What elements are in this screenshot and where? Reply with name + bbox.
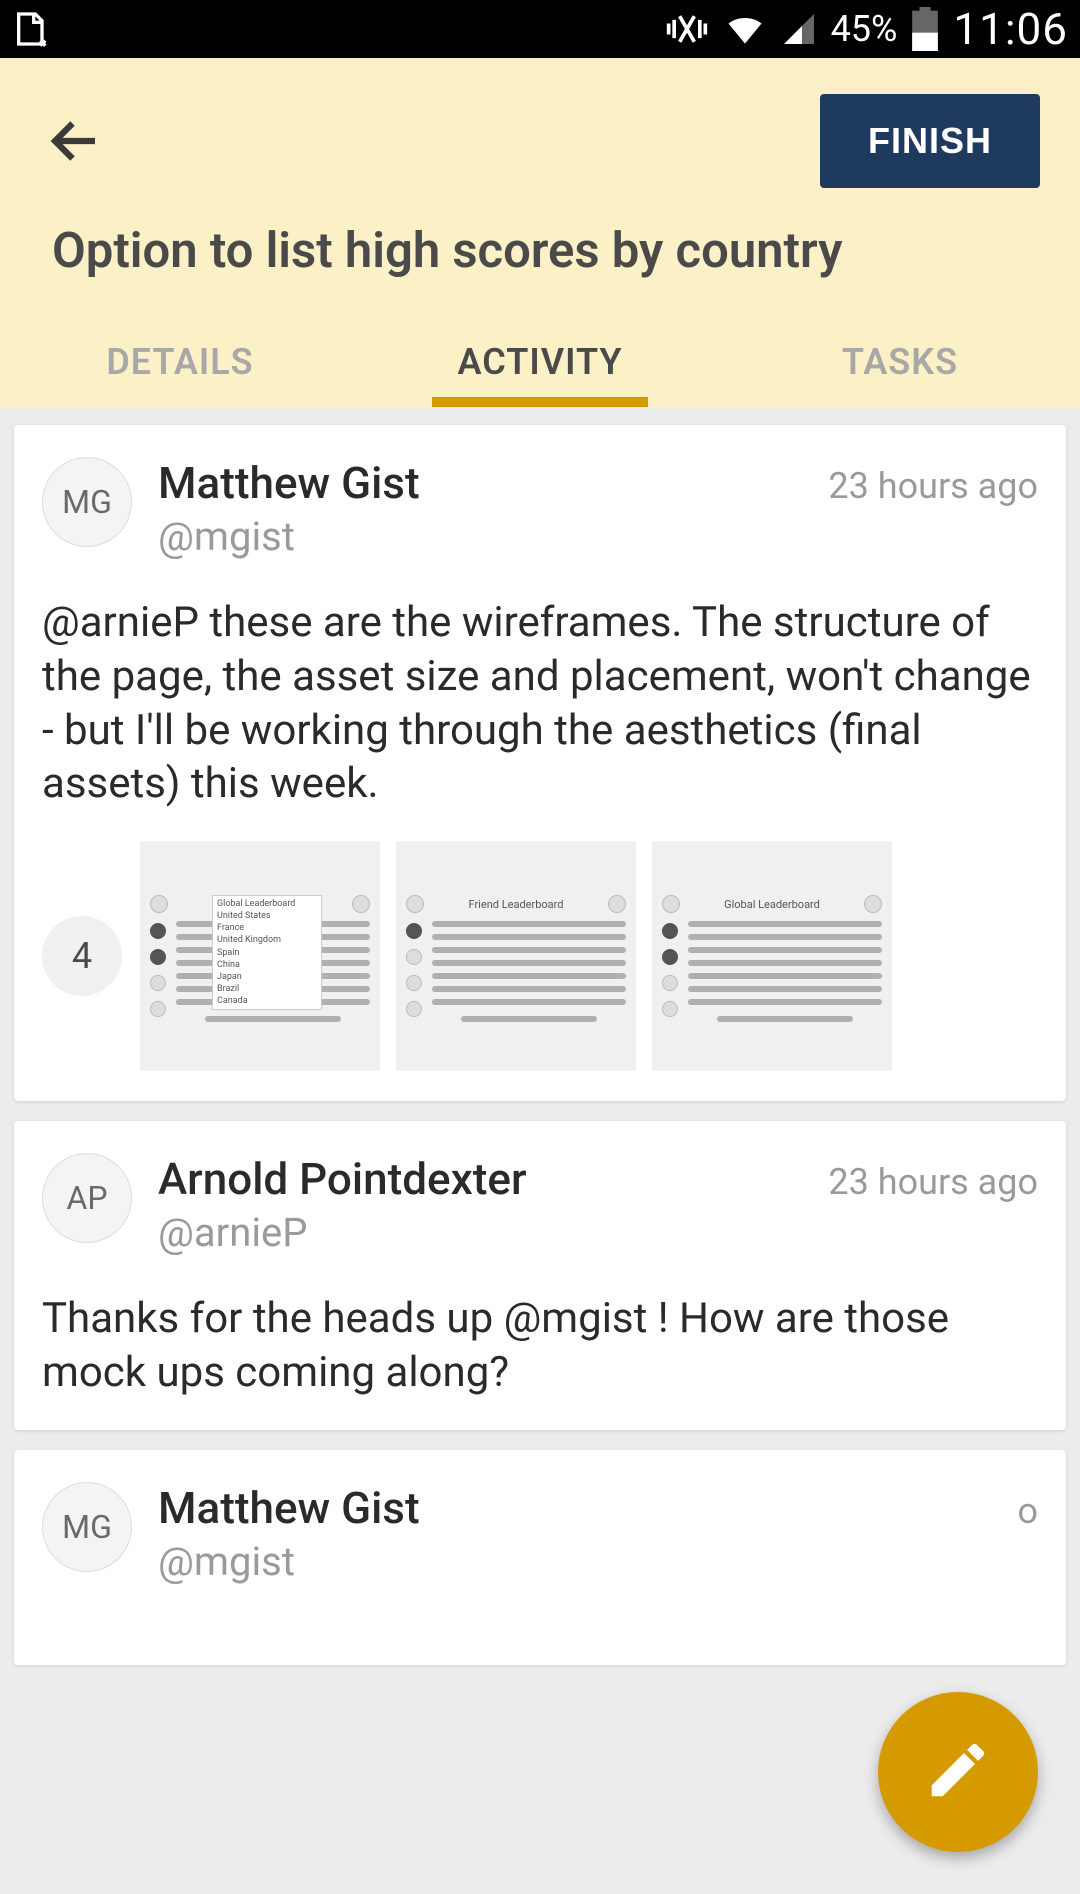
avatar[interactable]: MG	[42, 1482, 132, 1572]
battery-icon	[911, 7, 939, 51]
wifi-icon	[723, 7, 767, 51]
clock: 11:06	[953, 3, 1068, 55]
back-button[interactable]	[40, 106, 110, 176]
tab-bar: DETAILS ACTIVITY TASKS	[0, 321, 1080, 407]
tab-tasks[interactable]: TASKS	[720, 321, 1080, 407]
page-header: FINISH Option to list high scores by cou…	[0, 58, 1080, 407]
avatar[interactable]: AP	[42, 1153, 132, 1243]
android-status-bar: 45% 11:06	[0, 0, 1080, 58]
author-name[interactable]: Matthew Gist	[158, 1482, 420, 1534]
activity-feed[interactable]: MG Matthew Gist 23 hours ago @mgist @arn…	[0, 407, 1080, 1683]
vibrate-icon	[665, 7, 709, 51]
activity-card: MG Matthew Gist o @mgist	[14, 1450, 1066, 1665]
comment-body: Thanks for the heads up @mgist ! How are…	[42, 1256, 1038, 1400]
wireframe-dropdown: Global Leaderboard United States France …	[212, 895, 322, 1010]
attachment-thumbnail[interactable]: Friend Leaderboard	[396, 841, 636, 1071]
tab-activity[interactable]: ACTIVITY	[360, 321, 720, 407]
author-name[interactable]: Arnold Pointdexter	[158, 1153, 527, 1205]
attachment-thumbnail[interactable]: Global Leaderboard	[652, 841, 892, 1071]
timestamp: o	[1017, 1490, 1038, 1532]
timestamp: 23 hours ago	[828, 1161, 1038, 1203]
page-title: Option to list high scores by country	[0, 188, 1080, 321]
battery-percentage: 45%	[831, 8, 898, 50]
avatar[interactable]: MG	[42, 457, 132, 547]
activity-card: MG Matthew Gist 23 hours ago @mgist @arn…	[14, 425, 1066, 1101]
attachment-thumbnail[interactable]: Global Leaderboard Global Leaderboard Un…	[140, 841, 380, 1071]
compose-fab[interactable]	[878, 1692, 1038, 1852]
author-handle[interactable]: @mgist	[158, 1538, 1038, 1585]
attachment-count-badge[interactable]: 4	[42, 916, 122, 996]
pencil-icon	[923, 1735, 993, 1809]
cell-signal-icon	[781, 11, 817, 47]
finish-button[interactable]: FINISH	[820, 94, 1040, 188]
timestamp: 23 hours ago	[828, 465, 1038, 507]
author-name[interactable]: Matthew Gist	[158, 457, 420, 509]
activity-card: AP Arnold Pointdexter 23 hours ago @arni…	[14, 1121, 1066, 1430]
author-handle[interactable]: @arnieP	[158, 1209, 1038, 1256]
tab-details[interactable]: DETAILS	[0, 321, 360, 407]
author-handle[interactable]: @mgist	[158, 513, 1038, 560]
app-icon	[12, 9, 52, 49]
attachments-row: 4 Global Leaderboard Global Leaderboard …	[42, 811, 1038, 1071]
comment-body: @arnieP these are the wireframes. The st…	[42, 560, 1038, 811]
